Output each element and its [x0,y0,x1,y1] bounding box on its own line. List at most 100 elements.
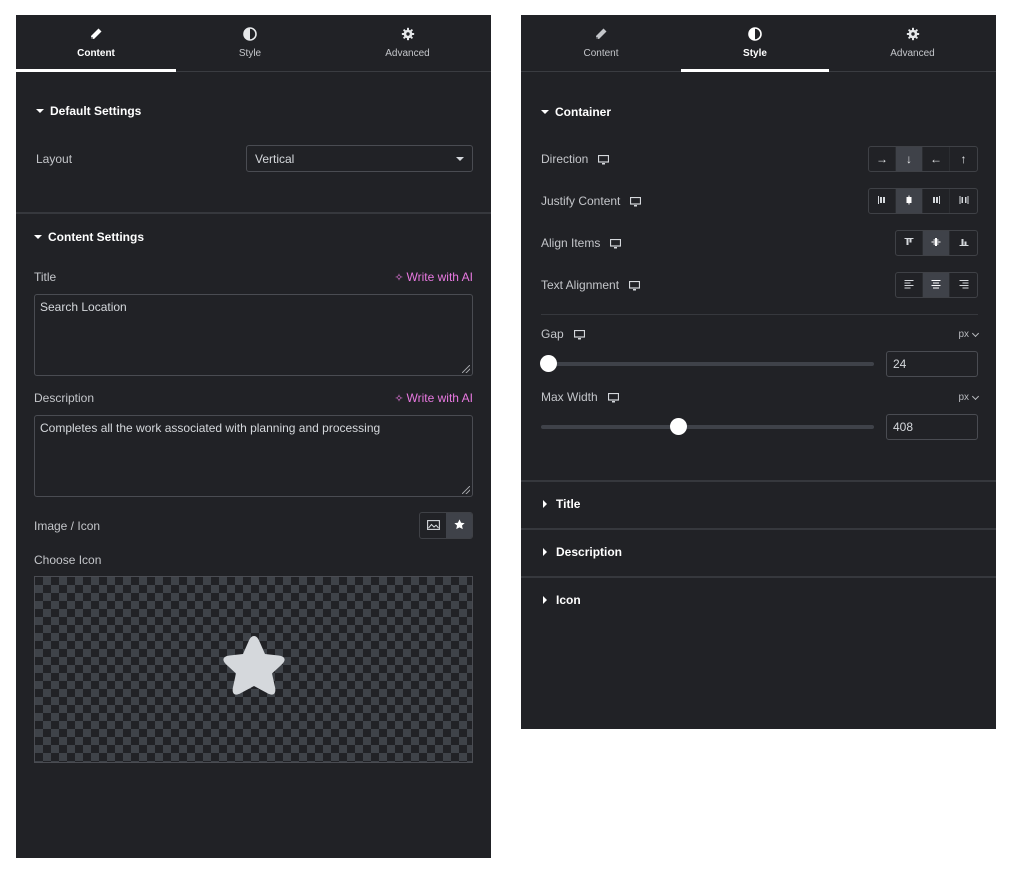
icon-style-section[interactable]: Icon [521,576,996,622]
tab-advanced[interactable]: Advanced [324,15,491,71]
align-start-icon [904,236,914,250]
tab-style[interactable]: Style [681,15,829,72]
gap-value: 24 [893,357,907,371]
gap-slider[interactable] [539,355,874,372]
max-width-row-label: Max Width [541,390,619,404]
direction-row-reverse-button[interactable]: ← [923,147,950,171]
text-align-left-button[interactable] [896,273,923,297]
description-textarea[interactable]: Completes all the work associated with p… [34,415,473,497]
title-textarea[interactable]: Search Location [34,294,473,376]
tab-content[interactable]: Content [16,15,176,72]
icon-picker-preview[interactable] [34,576,473,763]
justify-start-button[interactable] [869,189,896,213]
gear-icon [400,26,416,42]
text-align-left-icon [904,278,914,292]
align-items-button-group [895,230,978,256]
gap-input[interactable]: 24 [886,351,978,377]
desktop-icon[interactable] [610,238,622,249]
star-icon [453,518,466,534]
pencil-icon [88,26,104,42]
half-circle-icon [242,26,258,42]
gap-unit-select[interactable]: px [958,329,980,340]
align-items-label: Align Items [541,236,601,250]
resize-handle[interactable] [462,486,470,494]
caret-down-icon [541,110,549,114]
max-width-slider[interactable] [541,418,874,435]
max-width-input[interactable]: 408 [886,414,978,440]
desktop-icon[interactable] [630,196,642,207]
write-with-ai-title-link[interactable]: ✧ Write with AI [394,270,473,284]
desktop-icon[interactable] [628,280,641,291]
tab-advanced[interactable]: Advanced [829,15,996,71]
justify-center-button[interactable] [896,189,923,213]
unit-label: px [958,392,969,403]
gap-row-label: Gap [541,327,585,341]
text-align-center-button[interactable] [923,273,950,297]
unit-label: px [958,329,969,340]
justify-space-between-icon [959,194,969,208]
direction-button-group: → ↓ ← ↑ [868,146,978,172]
description-style-section[interactable]: Description [521,528,996,574]
gap-label: Gap [541,327,564,341]
resize-handle[interactable] [462,365,470,373]
tab-content[interactable]: Content [521,15,681,71]
description-text: Completes all the work associated with p… [40,421,381,435]
chevron-down-icon [971,392,980,400]
desktop-icon[interactable] [598,154,610,165]
justify-space-between-button[interactable] [950,189,977,213]
arrow-down-icon: ↓ [906,152,912,166]
align-end-button[interactable] [950,231,977,255]
half-circle-icon [747,26,763,42]
default-settings-header[interactable]: Default Settings [36,104,141,118]
container-header[interactable]: Container [541,105,611,119]
direction-column-reverse-button[interactable]: ↑ [950,147,977,171]
max-width-label: Max Width [541,390,598,404]
layout-select-value: Vertical [255,151,295,166]
max-width-unit-select[interactable]: px [958,392,980,403]
image-icon-toggle [419,512,473,539]
chevron-down-icon [971,329,980,337]
arrow-up-icon: ↑ [960,152,967,166]
sparkle-icon: ✧ [394,271,404,284]
caret-right-icon [543,500,547,508]
content-settings-header[interactable]: Content Settings [34,230,144,244]
justify-start-icon [877,194,887,208]
text-align-right-icon [959,278,969,292]
justify-content-button-group [868,188,978,214]
align-center-button[interactable] [923,231,950,255]
slider-thumb[interactable] [539,355,557,372]
description-label: Description [34,391,95,405]
slider-thumb[interactable] [669,418,687,435]
arrow-left-icon: ← [930,152,942,166]
tab-label: Content [583,48,619,59]
section-divider [541,314,978,315]
content-panel: Content Style Advanced Default Settings … [16,15,491,858]
direction-row-button[interactable]: → [869,147,896,171]
layout-select[interactable]: Vertical [246,145,473,172]
desktop-icon[interactable] [573,329,585,340]
pencil-icon [593,26,609,42]
arrow-right-icon: → [876,152,888,166]
write-with-ai-description-link[interactable]: ✧ Write with AI [394,391,473,405]
align-items-row-label: Align Items [541,236,622,250]
tab-style[interactable]: Style [176,15,324,71]
justify-row-label: Justify Content [541,194,642,208]
ai-link-label: Write with AI [406,391,473,405]
justify-end-button[interactable] [923,189,950,213]
tab-label: Style [238,48,262,59]
caret-down-icon [34,235,42,239]
tab-label: Advanced [890,48,935,59]
title-style-section[interactable]: Title [521,480,996,526]
tab-label: Advanced [385,48,430,59]
desktop-icon[interactable] [607,392,619,403]
section-title: Description [556,545,623,559]
section-title: Default Settings [50,104,142,118]
section-divider [16,212,491,214]
image-option-button[interactable] [420,513,446,538]
icon-option-button[interactable] [446,513,472,538]
text-align-right-button[interactable] [950,273,977,297]
panel-tabs: Content Style Advanced [521,15,996,72]
align-start-button[interactable] [896,231,923,255]
justify-end-icon [931,194,941,208]
direction-column-button[interactable]: ↓ [896,147,923,171]
